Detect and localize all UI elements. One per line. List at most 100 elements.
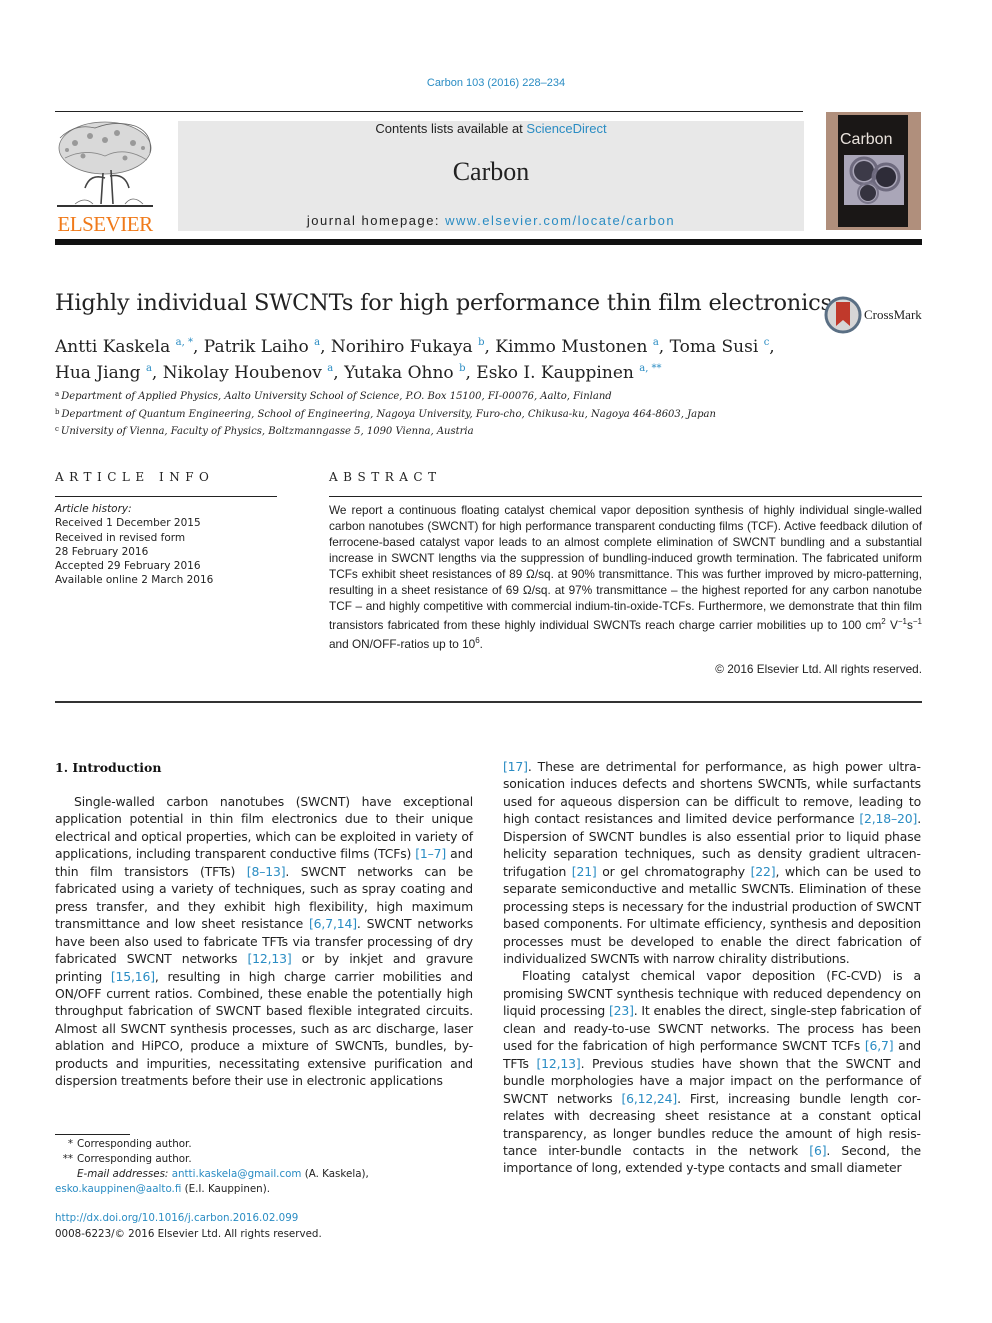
homepage-line: journal homepage: www.elsevier.com/locat… (178, 213, 804, 228)
section-divider (55, 701, 922, 703)
history-item: Received in revised form (55, 531, 186, 544)
superscript: −1 (912, 617, 922, 626)
journal-citation[interactable]: Carbon 103 (2016) 228–234 (0, 77, 992, 89)
abstract-body: and ON/OFF-ratios up to 10 (329, 636, 476, 651)
abstract-text: We report a continuous floating catalyst… (329, 502, 922, 652)
footnote-mark: * (67, 1138, 73, 1150)
author-separator: , (658, 337, 670, 357)
journal-masthead: Contents lists available at ScienceDirec… (178, 121, 804, 231)
email-link-kauppinen[interactable]: esko.kauppinen@aalto.fi (55, 1183, 181, 1195)
citation-link[interactable]: [8–13] (247, 864, 286, 879)
cover-title: Carbon (840, 131, 893, 148)
contents-line: Contents lists available at ScienceDirec… (178, 121, 804, 136)
elsevier-wordmark: ELSEVIER (57, 212, 153, 236)
footnote-emails: E-mail addresses: antti.kaskela@gmail.co… (55, 1167, 473, 1197)
affiliation-a: a Department of Applied Physics, Aalto Un… (55, 387, 716, 405)
header-rule (55, 111, 803, 112)
affiliation-c: c University of Vienna, Faculty of Physic… (55, 422, 716, 440)
author-name: Kimmo Mustonen (495, 337, 653, 357)
author-name: Antti Kaskela (55, 337, 176, 357)
article-history: Article history: Received 1 December 201… (55, 502, 213, 588)
affiliation-b: b Department of Quantum Engineering, Scho… (55, 405, 716, 423)
author-separator: , (192, 337, 204, 357)
body-text: , which can be used to separate semicond… (503, 863, 921, 966)
author-line-1: Antti Kaskela a, *, Patrik Laiho a, Nori… (55, 332, 775, 358)
footnote-text: Corresponding author. (77, 1138, 192, 1150)
homepage-prefix: journal homepage: (306, 213, 446, 228)
body-paragraph: Single-walled carbon nanotubes (SWCNT) h… (55, 793, 473, 1090)
doi-block: http://dx.doi.org/10.1016/j.carbon.2016.… (55, 1211, 322, 1242)
cover-micrograph-icon (844, 155, 904, 205)
article-info-heading: ARTICLE INFO (55, 470, 215, 484)
author-separator: , (484, 337, 496, 357)
author-name: Toma Susi (669, 337, 764, 357)
crossmark-label: CrossMark (864, 307, 922, 322)
email-owner: (A. Kaskela), (301, 1168, 369, 1180)
body-column-right: [17]. These are detrimental for performa… (503, 758, 921, 1177)
body-column-left: Single-walled carbon nanotubes (SWCNT) h… (55, 793, 473, 1090)
abstract-body: . (479, 636, 483, 651)
citation-link[interactable]: [6] (809, 1143, 826, 1158)
citation-link[interactable]: [23] (609, 1003, 634, 1018)
sciencedirect-link[interactable]: ScienceDirect (526, 121, 606, 136)
issn-copyright: 0008-6223/© 2016 Elsevier Ltd. All right… (55, 1227, 322, 1240)
citation-link[interactable]: [6,12,24] (621, 1091, 677, 1106)
body-text: Single-walled carbon nanotubes (SWCNT) h… (55, 794, 473, 862)
affiliations: a Department of Applied Physics, Aalto Un… (55, 387, 716, 440)
abstract-heading: ABSTRACT (329, 470, 442, 484)
abstract-copyright: © 2016 Elsevier Ltd. All rights reserved… (715, 662, 922, 676)
journal-homepage-link[interactable]: www.elsevier.com/locate/carbon (445, 213, 675, 228)
citation-link[interactable]: [6,7] (865, 1038, 894, 1053)
author-name: Nikolay Houbenov (162, 363, 328, 383)
history-item: Accepted 29 February 2016 (55, 560, 201, 573)
citation-link[interactable]: [6,7,14] (309, 916, 357, 931)
history-title: Article history: (55, 503, 132, 515)
author-name: Yutaka Ohno (344, 363, 460, 383)
abstract-rule (329, 496, 922, 497)
affiliation-mark: c (55, 425, 59, 433)
crossmark-icon (824, 296, 862, 334)
footnotes: * Corresponding author. ** Corresponding a… (55, 1137, 473, 1197)
author-separator: , (151, 363, 163, 383)
author-separator: , (465, 363, 477, 383)
email-link-kaskela[interactable]: antti.kaskela@gmail.com (172, 1168, 302, 1180)
affiliation-mark: a (55, 390, 60, 398)
elsevier-logo[interactable]: ELSEVIER (55, 118, 155, 236)
abstract-body: V (885, 617, 898, 632)
affiliation-text: University of Vienna, Faculty of Physics… (60, 426, 474, 437)
citation-link[interactable]: [1–7] (415, 846, 446, 861)
section-heading-introduction: 1. Introduction (55, 760, 162, 775)
author-list: Antti Kaskela a, *, Patrik Laiho a, Nori… (55, 332, 775, 384)
citation-link[interactable]: [15,16] (111, 969, 155, 984)
author-separator: , (320, 337, 331, 357)
superscript: −1 (897, 617, 907, 626)
footnote-rule (55, 1134, 130, 1135)
citation-link[interactable]: [2,18–20] (859, 811, 917, 826)
footnote-text: Corresponding author. (77, 1153, 192, 1165)
citation-link[interactable]: [12,13] (536, 1056, 580, 1071)
affiliation-mark: b (55, 407, 60, 416)
abstract-body: We report a continuous floating catalyst… (329, 503, 922, 632)
citation-link[interactable]: [12,13] (247, 951, 291, 966)
email-label: E-mail addresses: (77, 1168, 172, 1180)
header-thick-rule (55, 239, 922, 245)
footnote-corresponding-2: ** Corresponding author. (55, 1152, 473, 1167)
article-info-rule (55, 496, 277, 497)
author-separator: , (769, 337, 775, 357)
journal-cover-thumbnail[interactable]: Carbon (826, 112, 921, 230)
affiliation-text: Department of Applied Physics, Aalto Uni… (61, 391, 612, 402)
author-affiliation-mark[interactable]: a, * (176, 337, 193, 348)
citation-link[interactable]: [21] (572, 864, 597, 879)
citation-link[interactable]: [17] (503, 759, 528, 774)
history-item: 28 February 2016 (55, 545, 149, 558)
author-affiliation-mark[interactable]: a, ** (639, 363, 661, 374)
author-name: Norihiro Fukaya (330, 337, 479, 357)
doi-link[interactable]: http://dx.doi.org/10.1016/j.carbon.2016.… (55, 1211, 322, 1227)
affiliation-text: Department of Quantum Engineering, Schoo… (61, 408, 716, 420)
crossmark-badge[interactable]: CrossMark (824, 296, 924, 336)
body-text: , resulting in high charge carrier mobil… (55, 968, 473, 1089)
history-item: Received 1 December 2015 (55, 517, 201, 530)
citation-link[interactable]: [22] (751, 864, 776, 879)
journal-name: Carbon (452, 157, 530, 186)
author-name: Esko I. Kauppinen (476, 363, 640, 383)
